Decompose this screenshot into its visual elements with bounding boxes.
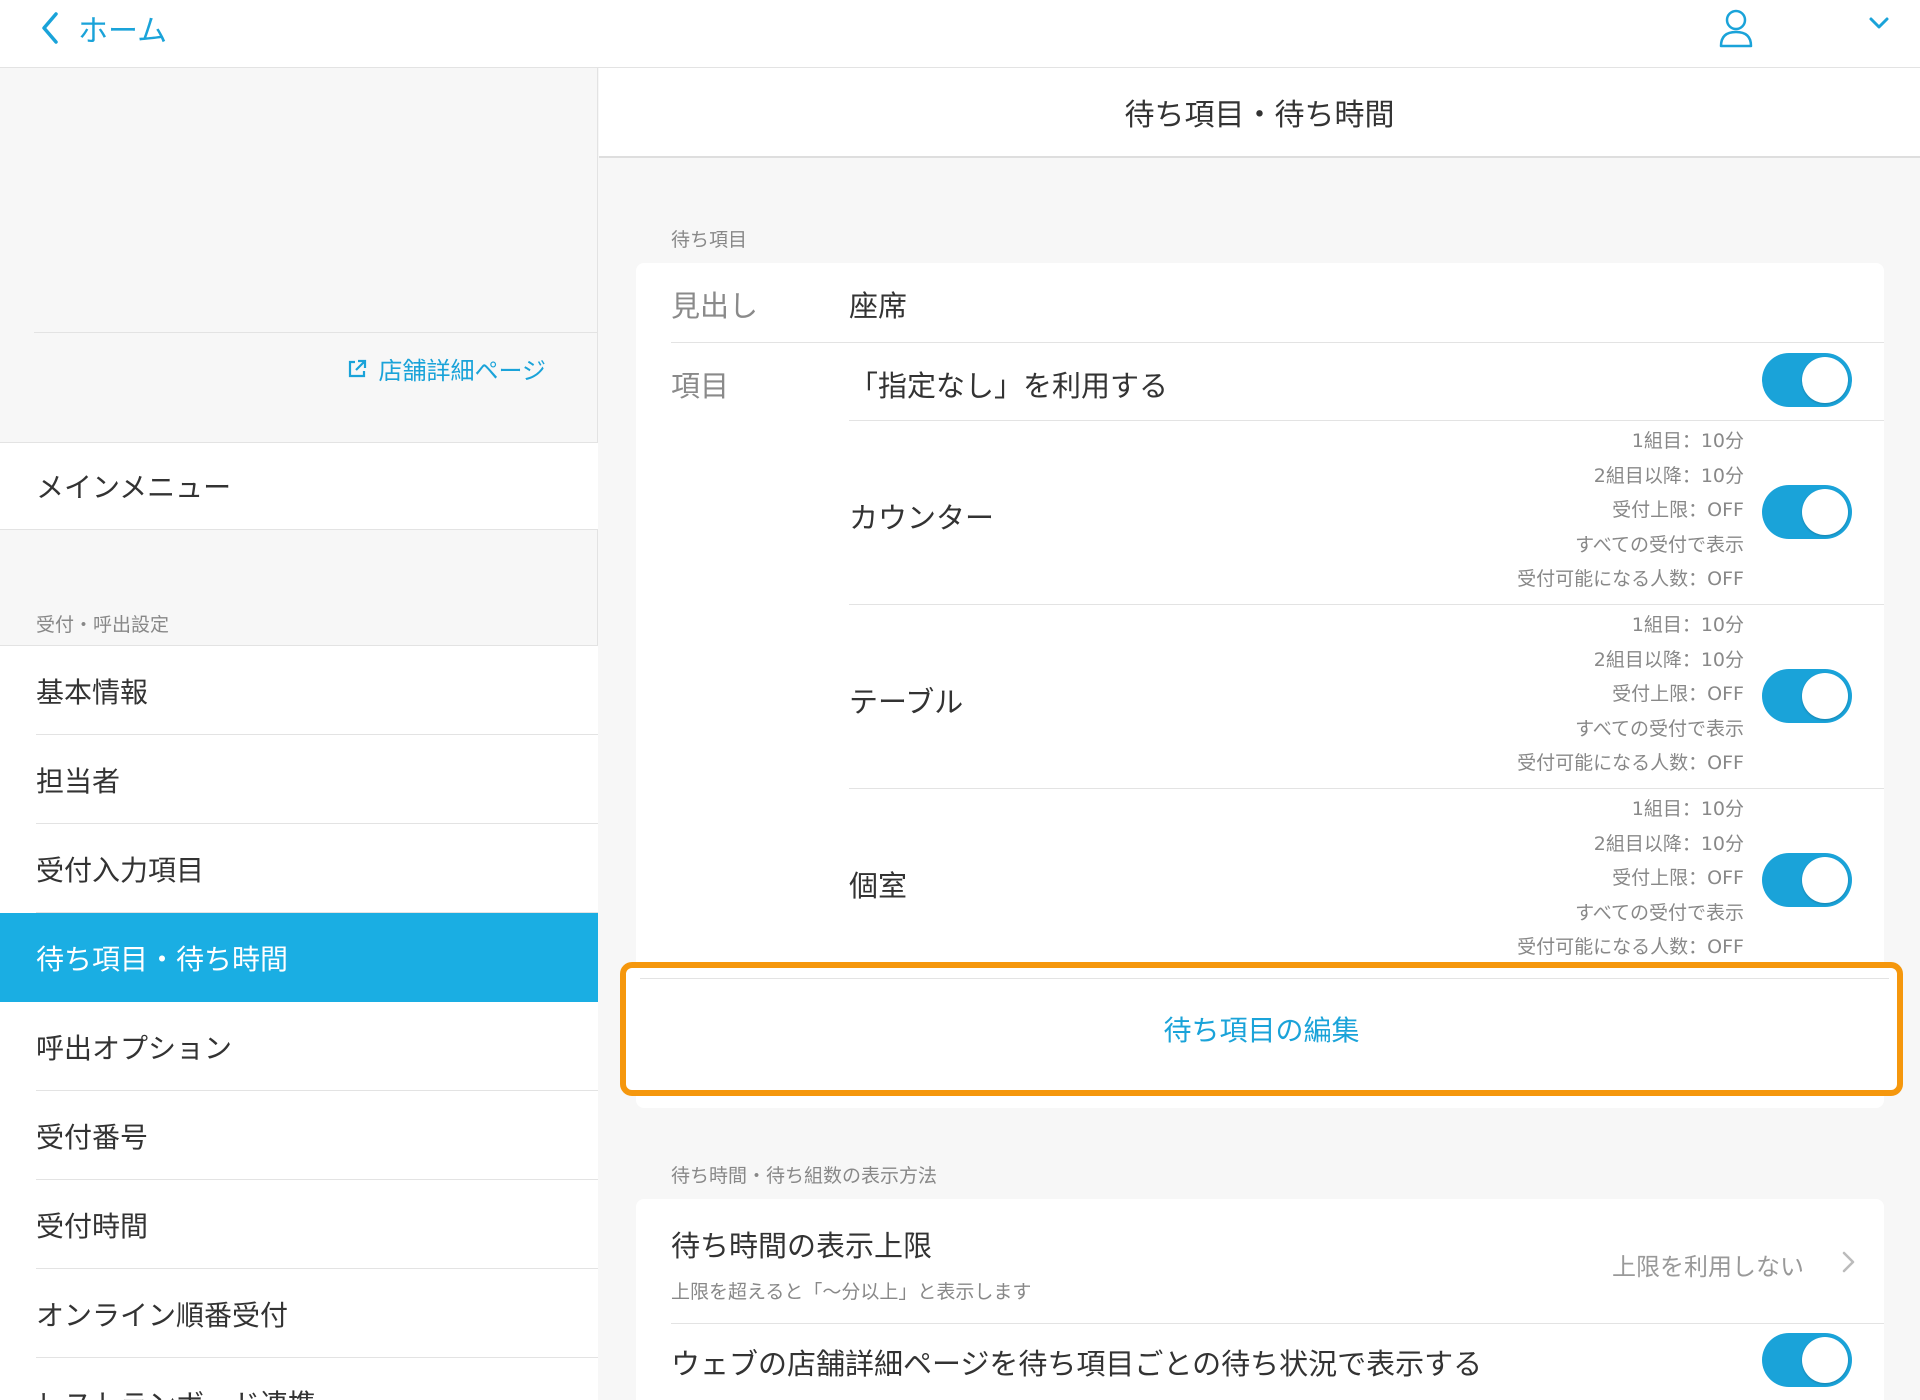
sidebar-item-call-options[interactable]: 呼出オプション: [0, 1002, 598, 1091]
divider: [671, 1323, 1884, 1324]
display-section-label: 待ち時間・待ち組数の表示方法: [671, 1165, 938, 1187]
items-label: 項目: [671, 369, 730, 403]
sidebar-item-label: 基本情報: [36, 675, 149, 709]
sidebar-menu: 基本情報 担当者 受付入力項目 待ち項目・待ち時間 呼出オプション 受付番号 受…: [0, 645, 598, 1400]
chevron-down-icon[interactable]: [1866, 10, 1892, 36]
table-toggle[interactable]: [1762, 669, 1852, 723]
chevron-left-icon: [42, 12, 58, 44]
heading-label: 見出し: [671, 289, 759, 323]
toggle-knob: [1802, 489, 1848, 535]
detail-line: 1組目：10分: [1631, 798, 1744, 820]
detail-line: 受付上限：OFF: [1612, 867, 1744, 890]
unspecified-toggle[interactable]: [1762, 353, 1852, 407]
main-menu-label: メインメニュー: [36, 471, 232, 504]
display-card: 待ち時間の表示上限 上限を超えると「〜分以上」と表示します 上限を利用しない ウ…: [636, 1199, 1884, 1400]
chevron-right-icon: [1842, 1251, 1855, 1273]
detail-line: 1組目：10分: [1631, 614, 1744, 636]
wait-limit-subtitle: 上限を超えると「〜分以上」と表示します: [671, 1281, 1032, 1303]
heading-row: 見出し 座席: [636, 263, 1884, 343]
user-icon[interactable]: [1717, 8, 1755, 48]
divider: [640, 978, 1889, 979]
sidebar: 店舗詳細ページ メインメニュー 受付・呼出設定 基本情報 担当者 受付入力項目 …: [0, 68, 598, 1400]
counter-toggle[interactable]: [1762, 485, 1852, 539]
sidebar-item-label: オンライン順番受付: [36, 1298, 289, 1332]
sidebar-item-reception-hours[interactable]: 受付時間: [0, 1180, 598, 1269]
toggle-knob: [1802, 857, 1848, 903]
sidebar-item-reception-fields[interactable]: 受付入力項目: [0, 824, 598, 913]
private-room-name: 個室: [849, 869, 908, 903]
sidebar-item-label: レストランボード連携: [36, 1383, 316, 1400]
detail-line: 2組目以降：10分: [1593, 464, 1744, 487]
table-name: テーブル: [849, 685, 964, 719]
sidebar-item-staff[interactable]: 担当者: [0, 735, 598, 824]
sidebar-item-label: 受付時間: [36, 1209, 149, 1243]
external-link-icon: [349, 359, 367, 377]
detail-line: 受付上限：OFF: [1612, 683, 1744, 706]
unspecified-label: 「指定なし」を利用する: [849, 369, 1169, 403]
private-room-details: 1組目：10分 2組目以降：10分 受付上限：OFF すべての受付で表示 受付可…: [1517, 792, 1744, 965]
wait-limit-title: 待ち時間の表示上限: [671, 1229, 933, 1263]
detail-line: すべての受付で表示: [1575, 901, 1744, 924]
sidebar-item-label: 担当者: [36, 764, 121, 798]
detail-line: 受付可能になる人数：OFF: [1517, 568, 1744, 591]
page-title: 待ち項目・待ち時間: [599, 68, 1920, 158]
toggle-knob: [1802, 673, 1848, 719]
detail-line: 1組目：10分: [1631, 430, 1744, 452]
divider: [849, 604, 1884, 605]
wait-limit-value: 上限を利用しない: [1612, 1253, 1804, 1281]
sidebar-item-label: 受付番号: [36, 1120, 149, 1154]
store-link-area: 店舗詳細ページ: [34, 332, 598, 385]
toggle-knob: [1802, 1337, 1848, 1383]
sidebar-item-restaurant-board[interactable]: レストランボード連携: [0, 1358, 598, 1400]
web-display-label: ウェブの店舗詳細ページを待ち項目ごとの待ち状況で表示する: [671, 1347, 1483, 1381]
store-detail-label: 店舗詳細ページ: [378, 357, 546, 385]
detail-line: 受付可能になる人数：OFF: [1517, 752, 1744, 775]
sidebar-item-basic-info[interactable]: 基本情報: [0, 646, 598, 735]
counter-name: カウンター: [849, 501, 995, 535]
store-detail-link[interactable]: 店舗詳細ページ: [346, 351, 546, 386]
wait-limit-row[interactable]: 待ち時間の表示上限 上限を超えると「〜分以上」と表示します 上限を利用しない: [636, 1199, 1884, 1323]
private-room-toggle[interactable]: [1762, 853, 1852, 907]
sidebar-item-wait-items[interactable]: 待ち項目・待ち時間: [0, 913, 598, 1002]
back-label: ホーム: [78, 14, 168, 49]
back-button[interactable]: ホーム: [36, 6, 167, 50]
sidebar-item-label: 呼出オプション: [36, 1031, 233, 1065]
edit-wait-items-button[interactable]: 待ち項目の編集: [620, 962, 1903, 1096]
web-display-toggle[interactable]: [1762, 1333, 1852, 1387]
main-menu-item[interactable]: メインメニュー: [0, 442, 598, 530]
table-details: 1組目：10分 2組目以降：10分 受付上限：OFF すべての受付で表示 受付可…: [1517, 608, 1744, 781]
wait-items-section-label: 待ち項目: [671, 229, 748, 251]
detail-line: 2組目以降：10分: [1593, 648, 1744, 671]
sidebar-section-title: 受付・呼出設定: [36, 614, 170, 636]
heading-value: 座席: [849, 289, 908, 323]
main-panel: 待ち項目・待ち時間 待ち項目 見出し 座席 項目 「指定なし」を利用する 1組目…: [599, 68, 1920, 1400]
detail-line: 受付可能になる人数：OFF: [1517, 936, 1744, 959]
toggle-knob: [1802, 357, 1848, 403]
detail-line: 2組目以降：10分: [1593, 832, 1744, 855]
top-bar: ホーム: [0, 0, 1920, 68]
detail-line: すべての受付で表示: [1575, 717, 1744, 740]
sidebar-item-reception-number[interactable]: 受付番号: [0, 1091, 598, 1180]
sidebar-item-label: 待ち項目・待ち時間: [36, 942, 289, 976]
counter-details: 1組目：10分 2組目以降：10分 受付上限：OFF すべての受付で表示 受付可…: [1517, 424, 1744, 597]
divider: [849, 420, 1884, 421]
sidebar-item-label: 受付入力項目: [36, 853, 205, 887]
divider: [849, 788, 1884, 789]
detail-line: 受付上限：OFF: [1612, 499, 1744, 522]
detail-line: すべての受付で表示: [1575, 533, 1744, 556]
edit-wait-items-label: 待ち項目の編集: [1163, 1014, 1360, 1047]
sidebar-item-online-queue[interactable]: オンライン順番受付: [0, 1269, 598, 1358]
